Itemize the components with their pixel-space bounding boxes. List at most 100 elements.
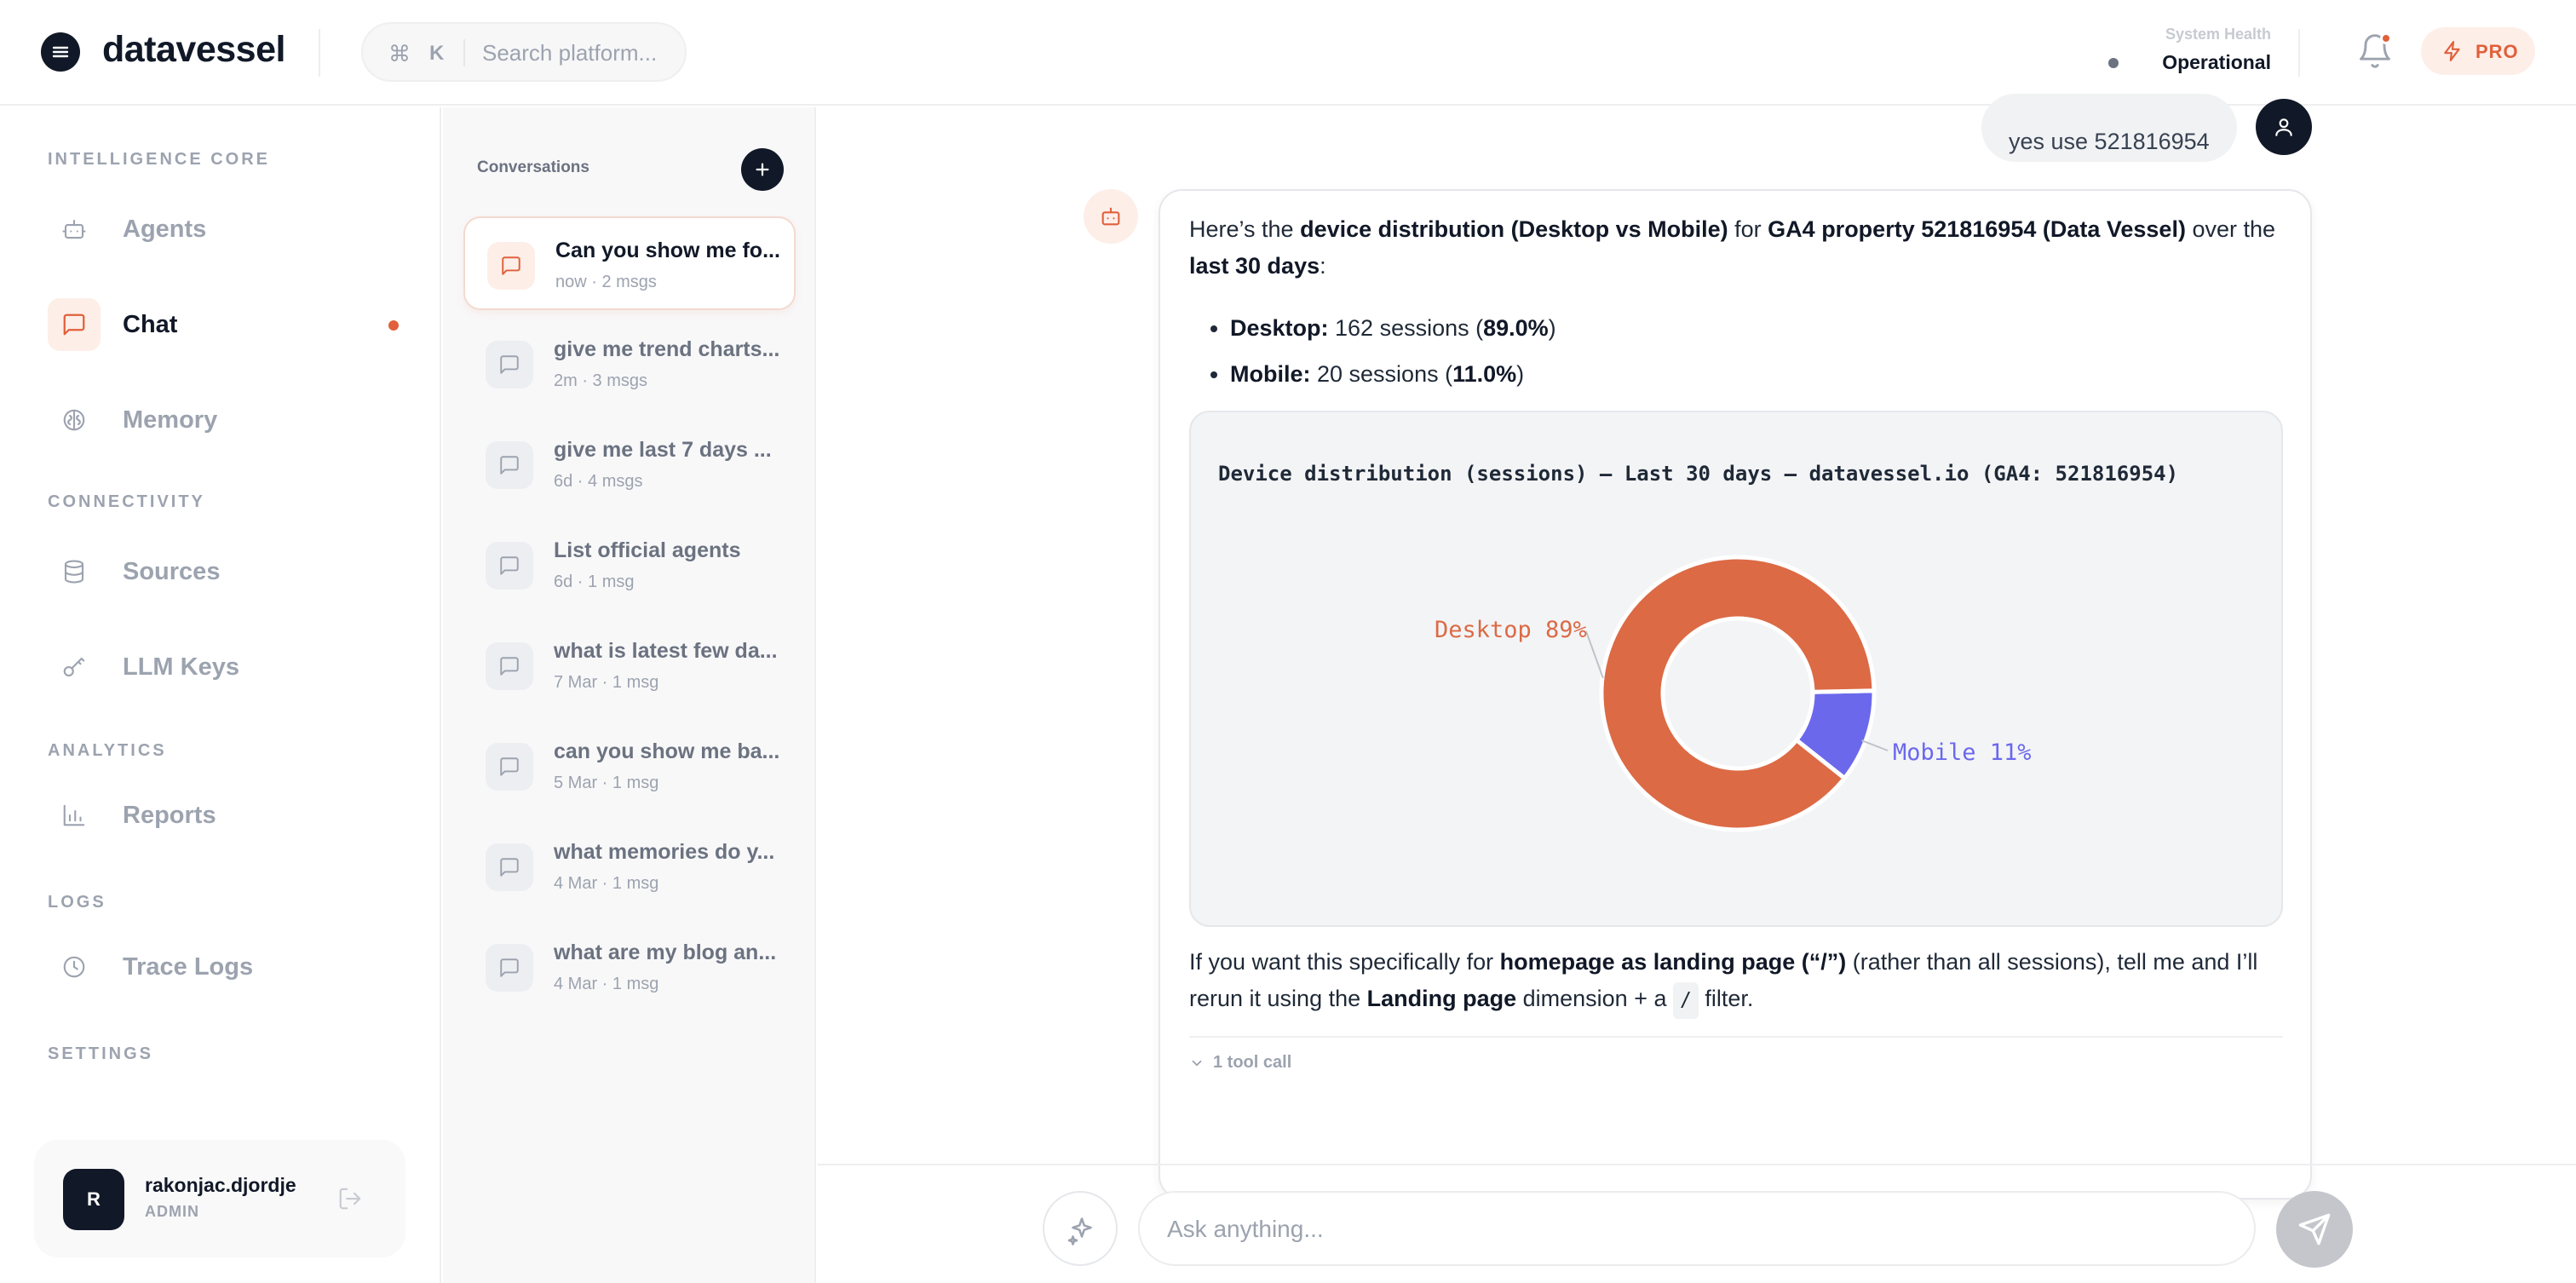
conversation-meta: 5 Mar · 1 msg	[554, 774, 659, 792]
message-input[interactable]	[1167, 1211, 2223, 1247]
pie-slice-desktop	[1599, 555, 1877, 832]
conversation-item[interactable]: what memories do y... 4 Mar · 1 msg	[463, 820, 796, 913]
sidebar-item-label: Memory	[123, 406, 218, 434]
sidebar-item-label: Reports	[123, 802, 216, 829]
sidebar-item-reports[interactable]: Reports	[48, 789, 405, 849]
tool-call-toggle[interactable]: 1 tool call	[1189, 1053, 1291, 1073]
pie-label-desktop: Desktop 89%	[1435, 617, 1587, 643]
conversations-title: Conversations	[477, 158, 589, 176]
sidebar-item-llm-keys[interactable]: LLM Keys	[48, 641, 405, 700]
list-item: Desktop: 162 sessions (89.0%)	[1230, 305, 1556, 351]
conversation-name: Can you show me fo...	[555, 239, 780, 262]
assistant-intro-text: Here’s the device distribution (Desktop …	[1189, 216, 2276, 279]
conversation-meta: 6d · 4 msgs	[554, 472, 643, 491]
chat-main: yes use 521816954 Here’s the device dist…	[818, 94, 2576, 1283]
section-label-connectivity: CONNECTIVITY	[48, 492, 205, 511]
top-header: datavessel ⌘ K System Health Operational…	[0, 0, 2576, 106]
sidebar-item-chat[interactable]: Chat	[48, 298, 405, 358]
system-health-label: System Health	[2165, 26, 2271, 43]
sidebar-item-sources[interactable]: Sources	[48, 545, 405, 605]
logout-icon[interactable]	[337, 1186, 363, 1216]
sidebar-item-label: Sources	[123, 558, 221, 585]
avatar: R	[63, 1169, 124, 1230]
chat-icon	[487, 242, 535, 290]
sparkle-icon	[1067, 1217, 1092, 1246]
sidebar-item-label: LLM Keys	[123, 653, 239, 681]
section-label-analytics: ANALYTICS	[48, 741, 167, 760]
chat-icon	[486, 743, 533, 791]
conversation-item[interactable]: give me trend charts... 2m · 3 msgs	[463, 317, 796, 411]
conversation-meta: 7 Mar · 1 msg	[554, 673, 659, 692]
sidebar-item-label: Chat	[123, 311, 178, 338]
list-item: Mobile: 20 sessions (11.0%)	[1230, 351, 1556, 397]
conversation-name: what are my blog an...	[554, 941, 777, 964]
send-icon	[2298, 1213, 2331, 1246]
conversation-name: give me trend charts...	[554, 337, 780, 361]
sidebar-item-label: Trace Logs	[123, 953, 254, 981]
menu-icon[interactable]	[41, 32, 80, 72]
conversation-item[interactable]: Can you show me fo... now · 2 msgs	[463, 216, 796, 310]
user-card[interactable]: R rakonjac.djordje ADMIN	[34, 1140, 405, 1257]
assistant-outro-text: If you want this specifically for homepa…	[1189, 944, 2288, 1019]
bar-chart-icon	[48, 789, 101, 842]
conversation-item[interactable]: give me last 7 days ... 6d · 4 msgs	[463, 417, 796, 511]
conversation-name: List official agents	[554, 538, 741, 562]
leader-line-desktop	[1585, 630, 1604, 679]
chat-icon	[48, 298, 101, 351]
app-logo-text: datavessel	[102, 29, 285, 70]
pro-badge[interactable]: PRO	[2421, 27, 2535, 75]
user-message-bubble: yes use 521816954	[1981, 94, 2237, 162]
conversation-item[interactable]: can you show me ba... 5 Mar · 1 msg	[463, 719, 796, 813]
chat-icon	[486, 341, 533, 388]
conversation-name: what memories do y...	[554, 840, 775, 864]
composer-divider	[818, 1164, 2576, 1165]
search-input[interactable]	[482, 36, 678, 70]
conversation-meta: 6d · 1 msg	[554, 572, 635, 591]
donut-chart: Desktop 89% Mobile 11%	[1435, 555, 2032, 832]
section-label-settings: SETTINGS	[48, 1044, 154, 1063]
conversation-meta: 2m · 3 msgs	[554, 371, 648, 390]
active-indicator-dot	[388, 320, 399, 331]
user-icon	[2275, 118, 2292, 136]
key-icon	[48, 641, 101, 693]
sparkle-button[interactable]	[1043, 1191, 1118, 1266]
chat-icon	[486, 843, 533, 891]
conversation-item[interactable]: what are my blog an... 4 Mar · 1 msg	[463, 920, 796, 1014]
divider	[1189, 1036, 2283, 1038]
conversation-item[interactable]: List official agents 6d · 1 msg	[463, 518, 796, 612]
clock-icon	[48, 941, 101, 993]
conversation-name: give me last 7 days ...	[554, 438, 772, 462]
message-composer[interactable]	[1138, 1191, 2256, 1266]
sidebar-item-label: Agents	[123, 216, 207, 243]
bot-icon	[1101, 207, 1120, 226]
search-separator	[463, 39, 465, 66]
pro-label: PRO	[2475, 41, 2519, 62]
conversation-item[interactable]: what is latest few da... 7 Mar · 1 msg	[463, 618, 796, 712]
command-key-icon: ⌘	[388, 41, 411, 66]
conversation-meta: 4 Mar · 1 msg	[554, 975, 659, 993]
chevron-down-icon	[1192, 1060, 1202, 1066]
conversation-meta: now · 2 msgs	[555, 273, 657, 291]
conversation-meta: 4 Mar · 1 msg	[554, 874, 659, 893]
sidebar-item-memory[interactable]: Memory	[48, 394, 405, 453]
conversations-panel: Conversations Can you show me fo... now …	[443, 107, 816, 1283]
user-name: rakonjac.djordje	[145, 1174, 296, 1196]
new-conversation-button[interactable]	[741, 148, 784, 191]
system-health-status: Operational	[2162, 51, 2271, 73]
assistant-message-card: Here’s the device distribution (Desktop …	[1159, 189, 2312, 1200]
send-button[interactable]	[2276, 1191, 2353, 1268]
pie-label-mobile: Mobile 11%	[1893, 739, 2032, 766]
bot-avatar	[1084, 189, 1138, 244]
notification-dot	[2380, 32, 2392, 44]
bot-icon	[48, 203, 101, 256]
search-bar[interactable]: ⌘ K	[361, 22, 687, 82]
stats-list: Desktop: 162 sessions (89.0%) Mobile: 20…	[1189, 305, 1556, 397]
sidebar-item-trace-logs[interactable]: Trace Logs	[48, 941, 405, 1000]
brain-icon	[48, 394, 101, 446]
sidebar: INTELLIGENCE CORE Agents Chat Memory CON…	[0, 107, 441, 1283]
sidebar-item-agents[interactable]: Agents	[48, 203, 405, 262]
header-divider	[2298, 29, 2300, 77]
chat-icon	[486, 642, 533, 690]
conversation-name: can you show me ba...	[554, 739, 780, 763]
status-dot	[2108, 58, 2119, 68]
